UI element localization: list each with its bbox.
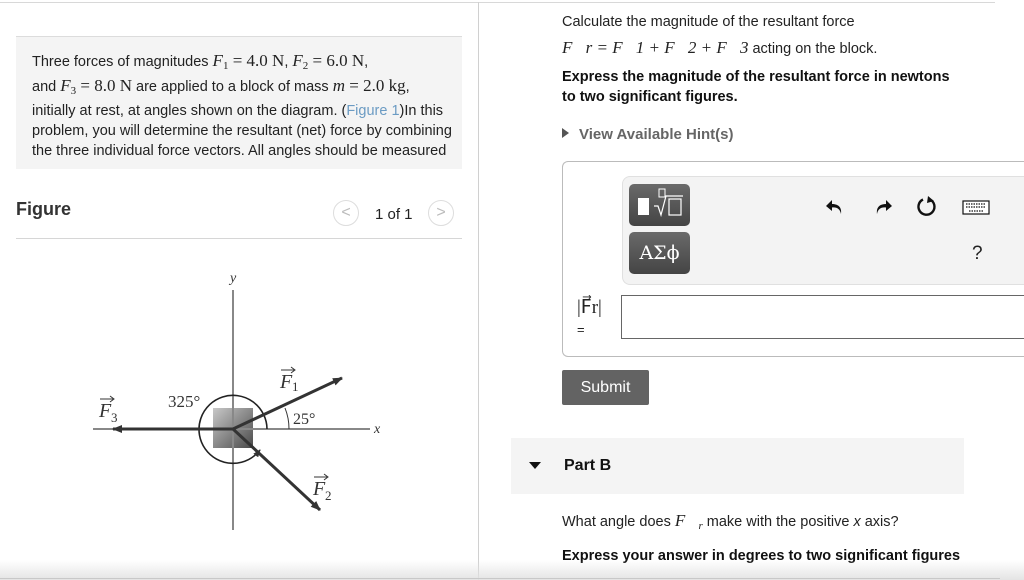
templates-button[interactable] xyxy=(629,184,690,226)
problem-statement: Three forces of magnitudes F1 = 4.0 N, F… xyxy=(16,36,462,169)
part-a-question: Calculate the magnitude of the resultant… xyxy=(562,14,878,57)
part-b-header[interactable]: Part B xyxy=(511,438,964,494)
angle-label-25: 25° xyxy=(293,411,315,428)
svg-text:1: 1 xyxy=(292,379,299,394)
answer-label: |F⃗r| xyxy=(577,297,602,318)
view-hints-toggle[interactable]: View Available Hint(s) xyxy=(562,126,734,143)
help-button[interactable]: ? xyxy=(972,243,983,265)
svg-text:3: 3 xyxy=(111,410,118,425)
answer-input[interactable] xyxy=(622,296,1024,338)
svg-text:F: F xyxy=(312,478,326,500)
x-axis-label: x xyxy=(373,422,381,437)
figure-pager-text: 1 of 1 xyxy=(375,206,413,223)
previous-figure-button[interactable]: < xyxy=(333,200,359,226)
force-diagram: y x F 1 F 2 F 3 325° 25° xyxy=(93,271,381,530)
y-axis-label: y xyxy=(228,271,237,286)
part-a-instruction: Express the magnitude of the resultant f… xyxy=(562,69,950,105)
fraction-root-template-icon xyxy=(638,188,683,218)
equation: F⃗r = F⃗1 + F⃗2 + F⃗3 xyxy=(562,38,749,57)
svg-text:F: F xyxy=(279,371,293,393)
svg-text:2: 2 xyxy=(325,488,332,503)
answer-input-wrapper xyxy=(621,295,1024,339)
svg-text:F: F xyxy=(98,400,112,422)
redo-icon[interactable] xyxy=(871,195,895,219)
next-figure-button[interactable]: > xyxy=(428,200,454,226)
answer-box: ΑΣϕ ? |F⃗r| = xyxy=(562,161,1024,357)
math-toolbar: ΑΣϕ ? xyxy=(622,176,1024,285)
answer-equals: = xyxy=(577,322,585,337)
angle-arc-25 xyxy=(284,407,290,430)
label-f2: F 2 xyxy=(312,473,332,503)
figure-link[interactable]: Figure 1 xyxy=(346,103,399,119)
top-border xyxy=(0,2,995,3)
column-divider xyxy=(478,2,479,580)
submit-button[interactable]: Submit xyxy=(562,370,649,405)
reset-icon[interactable] xyxy=(915,195,939,219)
label-f1: F 1 xyxy=(279,366,299,394)
part-b-label: Part B xyxy=(564,457,612,474)
bottom-border xyxy=(0,578,1000,579)
caret-down-icon xyxy=(529,462,541,469)
caret-right-icon xyxy=(562,128,569,138)
symbols-button[interactable]: ΑΣϕ xyxy=(629,232,690,274)
label-f3: F 3 xyxy=(98,395,118,425)
force-vector-f2 xyxy=(231,427,322,512)
problem-text: Three forces of magnitudes F1 = 4.0 N, F… xyxy=(32,51,452,159)
part-b-question: What angle does F⃗r make with the positi… xyxy=(562,511,899,532)
undo-icon[interactable] xyxy=(823,195,847,219)
angle-label-325: 325° xyxy=(168,392,200,411)
figure-header: Figure < 1 of 1 > xyxy=(16,196,462,239)
bottom-fade xyxy=(0,560,1024,580)
keyboard-icon[interactable] xyxy=(962,195,990,219)
figure-title: Figure xyxy=(16,199,72,219)
